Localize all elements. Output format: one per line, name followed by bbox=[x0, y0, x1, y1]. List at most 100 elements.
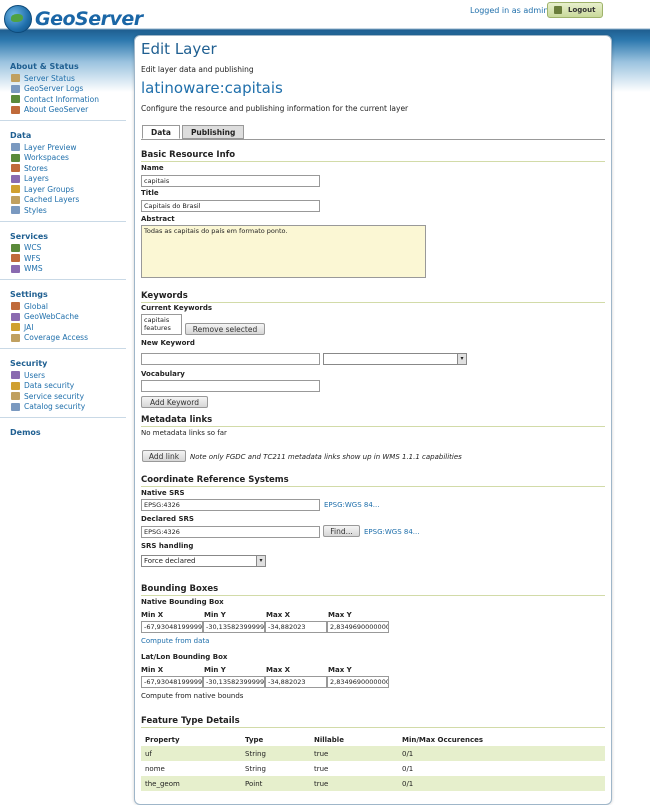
sidebar-item-label: WMS bbox=[24, 264, 43, 274]
geowebcache-icon bbox=[11, 312, 20, 321]
sidebar-item[interactable]: Workspaces bbox=[0, 153, 126, 164]
name-input[interactable]: capitais bbox=[141, 175, 320, 187]
sidebar-item-label: GeoServer Logs bbox=[24, 84, 84, 94]
add-keyword-button[interactable]: Add Keyword bbox=[141, 396, 208, 408]
table-cell: 0/1 bbox=[398, 746, 605, 761]
srs-handling-label: SRS handling bbox=[141, 542, 194, 550]
sidebar-item[interactable]: WCS bbox=[0, 243, 126, 254]
sidebar-item[interactable]: GeoServer Logs bbox=[0, 84, 126, 95]
tab-publishing[interactable]: Publishing bbox=[181, 125, 245, 139]
abstract-label: Abstract bbox=[141, 215, 175, 223]
latlon-bbox-label: Lat/Lon Bounding Box bbox=[141, 653, 228, 661]
sidebar-item[interactable]: About GeoServer bbox=[0, 105, 126, 116]
sidebar-item-label: JAI bbox=[24, 322, 34, 332]
native-maxx-input[interactable]: -34,882023 bbox=[265, 621, 327, 633]
sidebar-group-title[interactable]: About & Status bbox=[0, 58, 128, 73]
sidebar-item[interactable]: Contact Information bbox=[0, 94, 126, 105]
style-icon bbox=[11, 206, 20, 215]
remove-selected-button[interactable]: Remove selected bbox=[185, 323, 265, 335]
sidebar-item-label: Contact Information bbox=[24, 94, 99, 104]
native-bbox-label: Native Bounding Box bbox=[141, 598, 224, 606]
keyword-item[interactable]: features bbox=[144, 324, 179, 332]
sidebar-group-title[interactable]: Data bbox=[0, 127, 128, 142]
sidebar-item[interactable]: Catalog security bbox=[0, 402, 126, 413]
sidebar-group-title[interactable]: Services bbox=[0, 228, 128, 243]
sidebar-items bbox=[0, 439, 126, 444]
logout-button[interactable]: Logout bbox=[547, 2, 603, 18]
sidebar-item[interactable]: Layer Groups bbox=[0, 184, 126, 195]
sidebar-item[interactable]: Users bbox=[0, 370, 126, 381]
bbox-col-label: Max X bbox=[266, 666, 291, 674]
sidebar-items: Global GeoWebCache JAI Coverage Access bbox=[0, 301, 126, 349]
native-minx-input[interactable]: -67,93048199999 bbox=[141, 621, 203, 633]
service-icon bbox=[11, 243, 20, 252]
abstract-textarea[interactable]: Todas as capitais do país em formato pon… bbox=[141, 225, 426, 278]
sidebar-item-label: About GeoServer bbox=[24, 105, 89, 115]
logo-text: GeoServer bbox=[35, 8, 143, 30]
page-description: Edit layer data and publishing bbox=[141, 65, 254, 74]
sidebar-items: Server Status GeoServer Logs Contact Infor… bbox=[0, 73, 126, 121]
tab-data[interactable]: Data bbox=[142, 125, 180, 139]
new-keyword-label: New Keyword bbox=[141, 339, 195, 347]
srs-handling-select[interactable]: Force declared ▾ bbox=[141, 555, 266, 567]
sidebar-item[interactable]: Server Status bbox=[0, 73, 126, 84]
latlon-miny-input[interactable]: -30,13582399999 bbox=[203, 676, 265, 688]
table-cell: 0/1 bbox=[398, 776, 605, 791]
latlon-minx-input[interactable]: -67,93048199999 bbox=[141, 676, 203, 688]
service-security-icon bbox=[11, 392, 20, 401]
vocabulary-input[interactable] bbox=[141, 380, 320, 392]
sidebar-item[interactable]: WFS bbox=[0, 253, 126, 264]
native-srs-link[interactable]: EPSG:WGS 84... bbox=[324, 501, 379, 509]
compute-from-data-link[interactable]: Compute from data bbox=[141, 637, 209, 645]
sidebar-group-title[interactable]: Settings bbox=[0, 286, 128, 301]
sidebar-item[interactable]: Data security bbox=[0, 381, 126, 392]
sidebar-item-label: Layers bbox=[24, 174, 49, 184]
sidebar-item[interactable]: Styles bbox=[0, 205, 126, 216]
sidebar-item[interactable]: Service security bbox=[0, 391, 126, 402]
server-status-icon bbox=[11, 74, 20, 83]
bbox-col-label: Min X bbox=[141, 611, 164, 619]
sidebar-item[interactable]: Global bbox=[0, 301, 126, 312]
new-keyword-input[interactable] bbox=[141, 353, 320, 365]
sidebar-group-title[interactable]: Demos bbox=[0, 424, 128, 439]
sidebar-item-label: GeoWebCache bbox=[24, 312, 79, 322]
declared-srs-input[interactable]: EPSG:4326 bbox=[141, 526, 320, 538]
declared-srs-link[interactable]: EPSG:WGS 84... bbox=[364, 528, 419, 536]
keyword-vocabulary-select[interactable]: ▾ bbox=[323, 353, 467, 365]
latlon-maxy-input[interactable]: 2,8349690000000 bbox=[327, 676, 389, 688]
add-link-button[interactable]: Add link bbox=[142, 450, 186, 462]
sidebar-item[interactable]: Stores bbox=[0, 163, 126, 174]
sidebar-item-label: Server Status bbox=[24, 73, 75, 83]
sidebar-group: Data Layer Preview Workspaces Stores Layers L… bbox=[0, 127, 128, 222]
native-maxy-input[interactable]: 2,8349690000000 bbox=[327, 621, 389, 633]
title-input[interactable]: Capitais do Brasil bbox=[141, 200, 320, 212]
sidebar-group: Security Users Data security Service securi… bbox=[0, 355, 128, 418]
sidebar-item[interactable]: Coverage Access bbox=[0, 333, 126, 344]
table-cell: nome bbox=[145, 764, 165, 773]
srs-handling-value: Force declared bbox=[144, 557, 196, 565]
table-cell: true bbox=[310, 746, 398, 761]
sidebar-item[interactable]: Cached Layers bbox=[0, 195, 126, 206]
bbox-col-label: Min X bbox=[141, 666, 164, 674]
find-srs-button[interactable]: Find... bbox=[323, 525, 360, 537]
sidebar-group: Services WCS WFS WMS bbox=[0, 228, 128, 280]
sidebar-group-title[interactable]: Security bbox=[0, 355, 128, 370]
coverage-icon bbox=[11, 333, 20, 342]
keyword-item[interactable]: capitais bbox=[144, 316, 179, 324]
layer-preview-icon bbox=[11, 143, 20, 152]
current-keywords-list[interactable]: capitais features bbox=[141, 314, 182, 335]
sidebar-item[interactable]: WMS bbox=[0, 264, 126, 275]
store-icon bbox=[11, 164, 20, 173]
sidebar-item[interactable]: Layer Preview bbox=[0, 142, 126, 153]
sidebar-item[interactable]: GeoWebCache bbox=[0, 312, 126, 323]
native-miny-input[interactable]: -30,13582399999 bbox=[203, 621, 265, 633]
sidebar-item-label: Data security bbox=[24, 381, 75, 391]
table-header-row: Property Type Nillable Min/Max Occurence… bbox=[141, 733, 605, 746]
tab-bar: Data Publishing bbox=[142, 125, 246, 139]
jai-icon bbox=[11, 323, 20, 332]
sidebar-item[interactable]: JAI bbox=[0, 322, 126, 333]
sidebar-item[interactable]: Layers bbox=[0, 174, 126, 185]
geoserver-logo[interactable]: GeoServer bbox=[4, 4, 143, 34]
section-basic-resource: Basic Resource Info bbox=[141, 150, 605, 162]
latlon-maxx-input[interactable]: -34,882023 bbox=[265, 676, 327, 688]
